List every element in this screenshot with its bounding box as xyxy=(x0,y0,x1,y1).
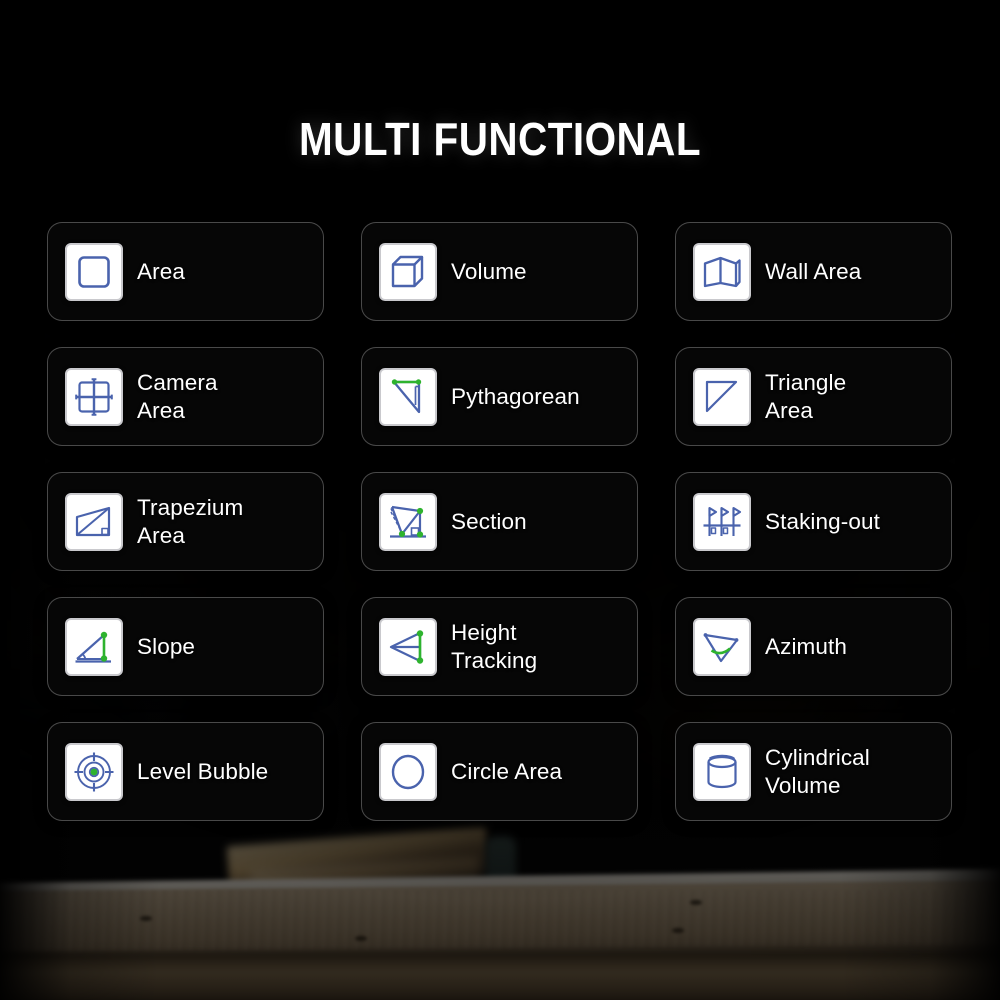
feature-card-label: Wall Area xyxy=(765,258,862,284)
feature-card-triangle-area[interactable]: Triangle Area xyxy=(675,347,952,446)
feature-card-label: Staking-out xyxy=(765,508,880,534)
feature-card-label: Volume xyxy=(451,258,527,284)
height-tracking-icon xyxy=(379,617,437,676)
feature-card-slope[interactable]: Slope xyxy=(47,597,324,696)
feature-card-area[interactable]: Area xyxy=(47,222,324,321)
cylinder-3d-icon xyxy=(693,742,751,801)
feature-card-wall-area[interactable]: Wall Area xyxy=(675,222,952,321)
feature-card-staking-out[interactable]: Staking-out xyxy=(675,472,952,571)
feature-card-label: Triangle Area xyxy=(765,369,847,423)
feature-card-label: Trapezium Area xyxy=(137,494,244,548)
feature-card-pythagorean[interactable]: Pythagorean xyxy=(361,347,638,446)
section-survey-icon xyxy=(379,492,437,551)
feature-card-height-tracking[interactable]: Height Tracking xyxy=(361,597,638,696)
feature-card-label: Cylindrical Volume xyxy=(765,744,870,798)
feature-card-trapezium-area[interactable]: Trapezium Area xyxy=(47,472,324,571)
page-title: MULTI FUNCTIONAL xyxy=(298,113,702,165)
feature-card-label: Area xyxy=(137,258,185,284)
promo-page: MULTI FUNCTIONAL Area Volume Wall Area C… xyxy=(0,0,1000,1000)
folded-wall-panels-icon xyxy=(693,242,751,301)
circle-outline-icon xyxy=(379,742,437,801)
camera-grid-square-icon xyxy=(65,367,123,426)
square-outline-icon xyxy=(65,242,123,301)
feature-card-circle-area[interactable]: Circle Area xyxy=(361,722,638,821)
crosshair-target-icon xyxy=(65,742,123,801)
feature-card-cylindrical-volume[interactable]: Cylindrical Volume xyxy=(675,722,952,821)
staking-flags-icon xyxy=(693,492,751,551)
feature-card-level-bubble[interactable]: Level Bubble xyxy=(47,722,324,821)
slope-angle-icon xyxy=(65,617,123,676)
feature-card-azimuth[interactable]: Azimuth xyxy=(675,597,952,696)
feature-card-volume[interactable]: Volume xyxy=(361,222,638,321)
feature-card-label: Section xyxy=(451,508,527,534)
feature-card-label: Slope xyxy=(137,633,196,659)
trapezium-icon xyxy=(65,492,123,551)
feature-card-label: Pythagorean xyxy=(451,383,580,409)
feature-card-camera-area[interactable]: Camera Area xyxy=(47,347,324,446)
feature-card-label: Azimuth xyxy=(765,633,847,659)
feature-card-label: Level Bubble xyxy=(137,758,269,784)
feature-card-section[interactable]: Section xyxy=(361,472,638,571)
feature-grid: Area Volume Wall Area Camera Area Pythag… xyxy=(47,222,953,821)
cube-3d-icon xyxy=(379,242,437,301)
pythagorean-triangle-icon xyxy=(379,367,437,426)
feature-card-label: Camera Area xyxy=(137,369,218,423)
right-triangle-icon xyxy=(693,367,751,426)
azimuth-arc-icon xyxy=(693,617,751,676)
feature-card-label: Circle Area xyxy=(451,758,563,784)
feature-card-label: Height Tracking xyxy=(451,619,538,673)
